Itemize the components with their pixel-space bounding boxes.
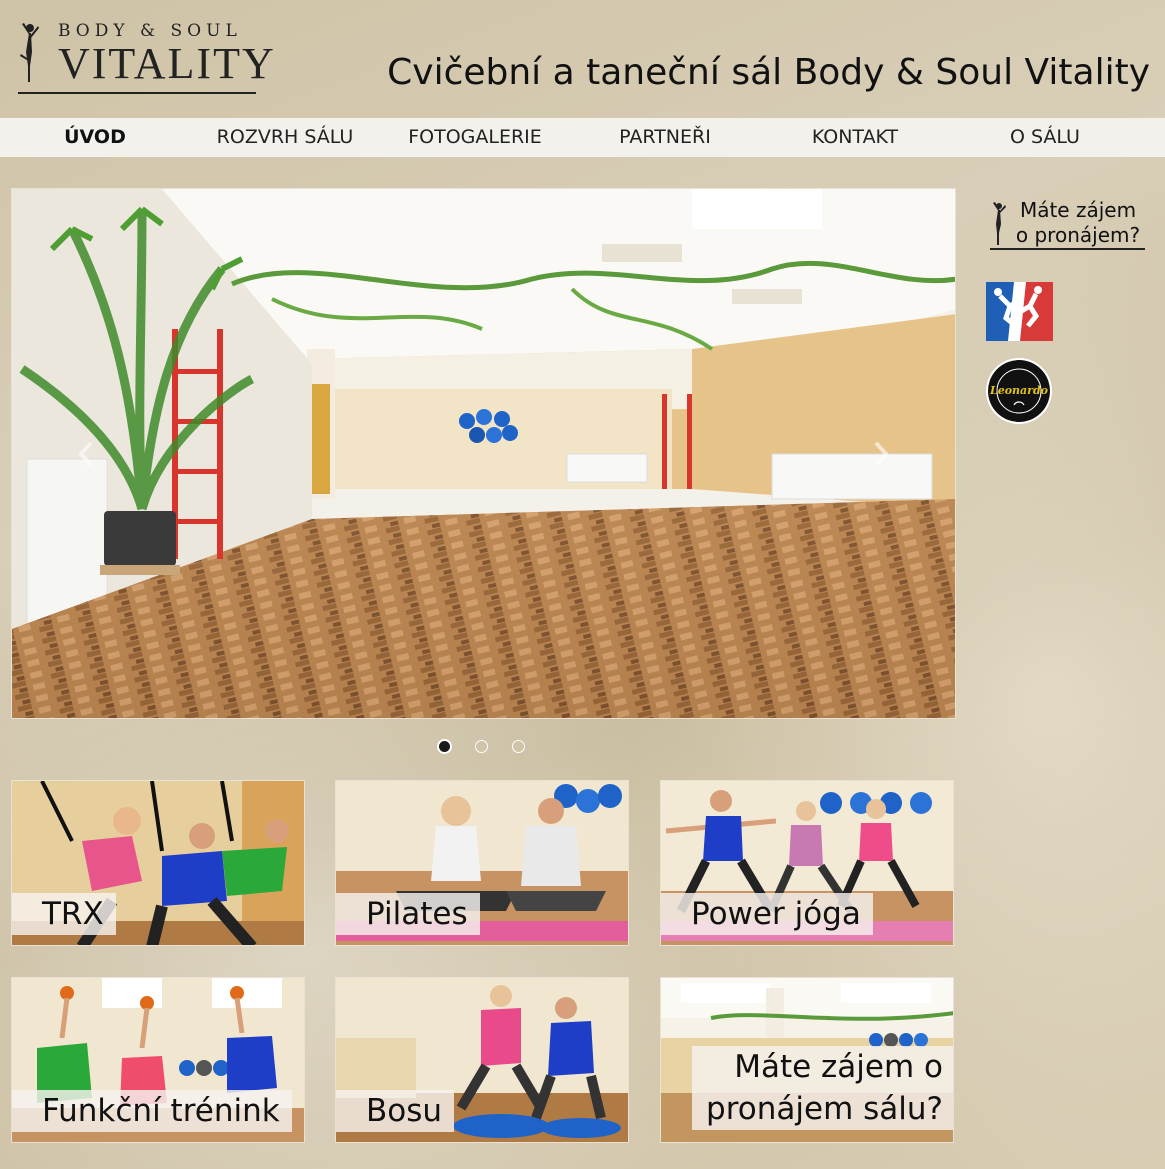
nav-item-fotogalerie[interactable]: FOTOGALERIE [380,118,570,157]
tile-rent-hall[interactable]: Máte zájem o pronájem sálu? [660,977,954,1143]
tile-label: Power jóga [661,893,873,935]
logo-tagline: Body & Soul [58,21,242,41]
tile-label: Bosu [336,1090,455,1132]
chevron-left-icon [78,441,93,467]
tile-label: Máte zájem o pronájem sálu? [692,1046,953,1130]
rent-inquiry-text: Máte zájem o pronájem? [1008,198,1148,248]
leonardo-badge-text: Leonardo [989,384,1048,397]
yoga-figure-icon [993,202,1006,245]
tile-bosu[interactable]: Bosu [335,977,629,1143]
tile-trx[interactable]: TRX [11,780,305,946]
tile-power-yoga[interactable]: Power jóga [660,780,954,946]
nav-item-rozvrh[interactable]: ROZVRH SÁLU [190,118,380,157]
tile-label: Pilates [336,893,480,935]
tile-pilates[interactable]: Pilates [335,780,629,946]
nav-item-partneri[interactable]: PARTNEŘI [570,118,760,157]
tile-label-line-2: pronájem sálu? [706,1091,943,1127]
yoga-figure-icon [20,23,39,82]
tile-label: Funkční trénink [12,1090,292,1132]
partner-logo-climbing[interactable] [986,282,1053,341]
nav-item-kontakt[interactable]: KONTAKT [760,118,950,157]
slider-dot-3[interactable] [512,740,525,753]
site-logo[interactable]: Body & Soul Vitality [18,20,274,96]
slider-prev-arrow[interactable] [74,439,98,469]
slider-dot-2[interactable] [475,740,488,753]
nav-item-o-salu[interactable]: O SÁLU [950,118,1140,157]
slider-next-arrow[interactable] [869,439,893,469]
slider-pagination [438,740,525,753]
tile-functional-training[interactable]: Funkční trénink [11,977,305,1143]
page-title: Cvičební a taneční sál Body & Soul Vital… [387,52,1150,93]
chevron-right-icon [874,441,889,467]
hero-slider[interactable] [11,188,956,719]
climbing-logo-icon [986,282,1053,341]
nav-item-uvod[interactable]: ÚVOD [0,118,190,157]
slider-dot-1[interactable] [438,740,451,753]
tile-label-line-1: Máte zájem o [734,1049,943,1085]
leonardo-logo-icon: Leonardo [986,358,1052,424]
dance-hall-photo [12,189,955,718]
tile-label: TRX [12,893,116,935]
rent-inquiry-link[interactable]: Máte zájem o pronájem? [990,198,1145,250]
partner-logo-leonardo[interactable]: Leonardo [985,357,1053,425]
logo-underline [18,92,256,94]
rent-line-2: o pronájem? [1015,223,1141,247]
rent-underline [990,248,1145,250]
logo-wordmark: Vitality [58,39,276,88]
main-navigation: ÚVOD ROZVRH SÁLU FOTOGALERIE PARTNEŘI KO… [0,118,1165,157]
rent-line-1: Máte zájem [1019,198,1137,222]
